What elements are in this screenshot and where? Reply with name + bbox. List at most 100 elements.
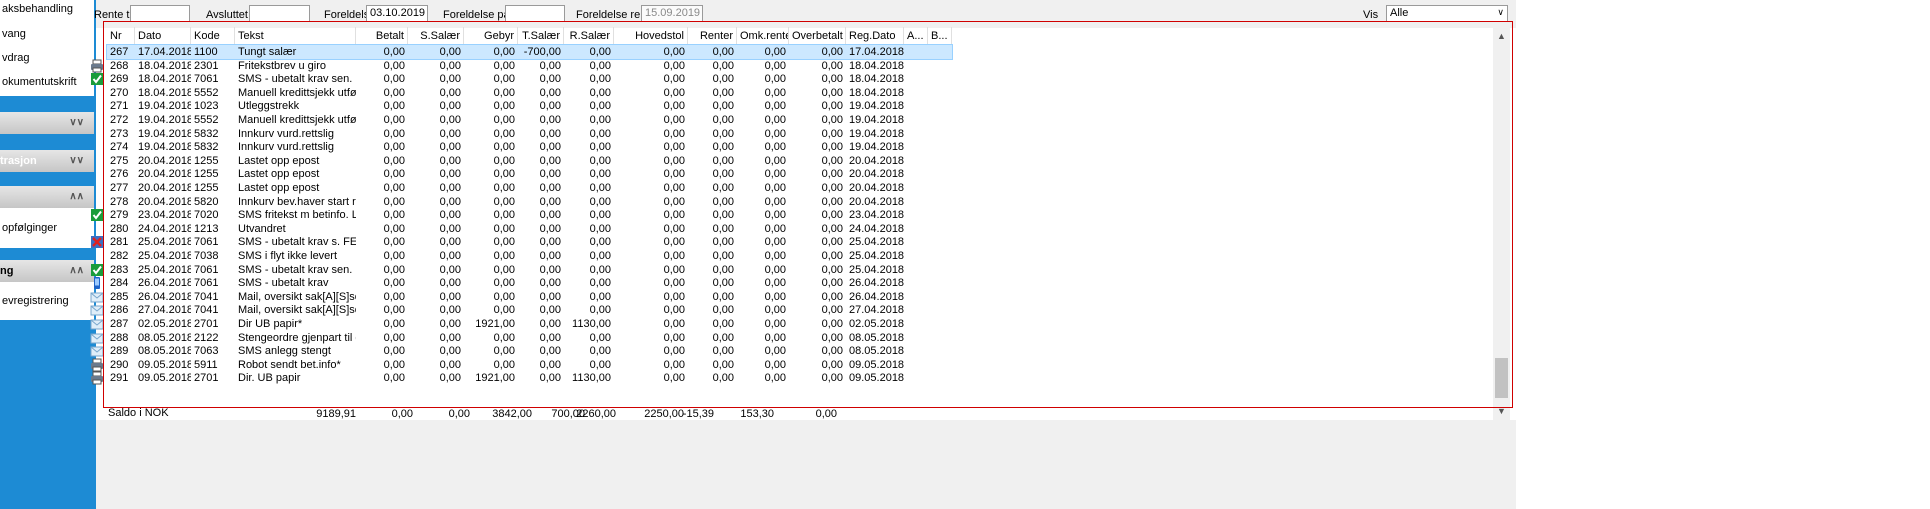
nav-item-dokumentutskrift[interactable]: okumentutskrift [0, 70, 94, 94]
scroll-thumb[interactable] [1495, 358, 1508, 398]
cell-overbetalt: 0,00 [821, 114, 843, 126]
table-row[interactable]: 284 26.04.2018 7061 SMS - ubetalt krav 0,00 0… [94, 276, 952, 290]
cell-betalt: 0,00 [383, 73, 405, 86]
column-header-t-salaer[interactable]: T.Salær [518, 27, 564, 45]
cell-rsalaer: 0,00 [589, 127, 611, 140]
table-row[interactable]: 273 19.04.2018 5832 Innkurv vurd.rettslig 0,… [107, 127, 952, 141]
scroll-down-icon[interactable]: ▼ [1493, 403, 1510, 420]
cell-kode: 1100 [194, 46, 218, 58]
chevron-down-icon[interactable]: ∨ [1497, 7, 1504, 18]
column-header-r-salaer[interactable]: R.Salær [564, 27, 614, 45]
cell-tekst: Lastet opp epost [238, 168, 320, 181]
cell-nr: 289 [110, 345, 129, 358]
table-row[interactable]: 269 18.04.2018 7061 SMS - ubetalt krav sen.… [91, 72, 952, 86]
table-row[interactable]: 274 19.04.2018 5832 Innkurv vurd.rettslig 0,… [107, 140, 952, 154]
nav-section-header-1[interactable]: ∨∨ [0, 112, 94, 134]
table-row[interactable]: 267 17.04.2018 1100 Tungt salær 0,00 0,00 0,00… [106, 44, 953, 60]
cell-tsalaer: 0,00 [539, 154, 561, 167]
nav-item-vang[interactable]: vang [0, 22, 94, 46]
table-row[interactable]: 280 24.04.2018 1213 Utvandret 0,00 0,00 0,00 0,… [107, 222, 952, 236]
cell-gebyr: 0,00 [493, 127, 515, 140]
cell-gebyr: 0,00 [493, 250, 515, 262]
column-header-tekst[interactable]: Tekst [235, 27, 356, 45]
foreldelse-pant-input[interactable] [505, 5, 565, 22]
column-header-hovedstol[interactable]: Hovedstol [614, 27, 688, 45]
cell-tekst: Utvandret [238, 222, 286, 235]
table-row[interactable]: 289 08.05.2018 7063 SMS anlegg stengt 0,00 0,… [90, 344, 952, 358]
cell-renter: 0,00 [712, 209, 734, 222]
cell-tekst: Mail, oversikt sak[A][S]sendt [238, 290, 356, 303]
column-header-b[interactable]: B... [928, 27, 952, 45]
cell-tsalaer: 0,00 [539, 345, 561, 358]
rente-til-input[interactable] [130, 5, 190, 22]
column-header-renter[interactable]: Renter [688, 27, 737, 45]
cell-betalt: 0,00 [383, 46, 405, 58]
cell-gebyr: 0,00 [493, 182, 515, 194]
table-row[interactable]: 272 19.04.2018 5552 Manuell kredittsjekk ut… [107, 113, 952, 127]
foreldelse-input[interactable]: 03.10.2019 [366, 5, 428, 22]
table-row[interactable]: 288 08.05.2018 2122 Stengeordre gjenpart ti… [90, 331, 952, 345]
avsluttet-input[interactable] [249, 5, 310, 22]
chevron-double-down-icon[interactable]: ∨∨ [69, 112, 84, 134]
chevron-double-up-icon[interactable]: ∧∧ [69, 260, 84, 282]
column-header-dato[interactable]: Dato [135, 27, 191, 45]
cell-rsalaer: 0,00 [589, 345, 611, 358]
column-header-omk-rente[interactable]: Omk.rente [737, 27, 789, 45]
cell-nr: 278 [110, 195, 129, 208]
table-row[interactable]: 281 25.04.2018 7061 SMS - ubetalt krav s. F… [91, 235, 952, 249]
table-row[interactable]: 276 20.04.2018 1255 Lastet opp epost 0,00 0,0… [107, 167, 952, 181]
cell-gebyr: 0,00 [493, 290, 515, 303]
cell-hovedstol: 0,00 [663, 86, 685, 99]
table-row[interactable]: 287 02.05.2018 2701 Dir UB papir* 0,00 0,00 19… [90, 317, 952, 331]
nav-section-header-2[interactable]: trasjon ∨∨ [0, 150, 94, 172]
cell-renter: 0,00 [712, 114, 734, 126]
cell-tsalaer: 0,00 [539, 222, 561, 235]
cell-tsalaer: 0,00 [539, 73, 561, 86]
table-row[interactable]: 277 20.04.2018 1255 Lastet opp epost 0,00 0,0… [107, 181, 952, 195]
column-header-reg-dato[interactable]: Reg.Dato [846, 27, 904, 45]
cell-ssalaer: 0,00 [439, 250, 461, 262]
cell-betalt: 0,00 [383, 209, 405, 222]
table-row[interactable]: 271 19.04.2018 1023 Utleggstrekk 0,00 0,00 0,0… [107, 99, 952, 113]
cell-tekst: Robot sendt bet.info* [238, 358, 341, 371]
cell-rsalaer: 0,00 [589, 114, 611, 126]
column-header-betalt[interactable]: Betalt [356, 27, 408, 45]
table-row[interactable]: 291 09.05.2018 2701 Dir. UB papir 0,00 0,00 19… [91, 371, 952, 385]
nav-item-oppfolginger[interactable]: opfølginger [0, 208, 94, 248]
cell-rsalaer: 0,00 [589, 209, 611, 222]
column-header-overbetalt[interactable]: Overbetalt [789, 27, 846, 45]
table-row[interactable]: 290 09.05.2018 5911 Robot sendt bet.info* 0,… [91, 358, 952, 372]
chevron-double-down-icon[interactable]: ∨∨ [69, 150, 84, 172]
cell-gebyr: 0,00 [493, 222, 515, 235]
cell-tsalaer: 0,00 [539, 195, 561, 208]
column-header-a[interactable]: A... [904, 27, 928, 45]
column-header-kode[interactable]: Kode [191, 27, 235, 45]
column-header-s-salaer[interactable]: S.Salær [408, 27, 464, 45]
column-header-nr[interactable]: Nr [107, 27, 135, 45]
cell-tekst: Innkurv vurd.rettslig [238, 141, 334, 154]
nav-item-hendelsesregistrering[interactable]: evregistrering [0, 282, 94, 320]
table-row[interactable]: 283 25.04.2018 7061 SMS - ubetalt krav sen.… [91, 263, 952, 277]
cell-tekst: SMS - ubetalt krav s. FEIL... [238, 236, 356, 249]
cell-betalt: 0,00 [383, 277, 405, 290]
chevron-double-up-icon[interactable]: ∧∧ [69, 186, 84, 208]
table-row[interactable]: 278 20.04.2018 5820 Innkurv bev.haver start… [107, 195, 952, 209]
table-row[interactable]: 286 27.04.2018 7041 Mail, oversikt sak[A][S… [90, 303, 952, 317]
vertical-scrollbar[interactable]: ▲ ▼ [1493, 28, 1510, 420]
nav-section-header-4[interactable]: ng ∧∧ [0, 260, 94, 282]
scroll-up-icon[interactable]: ▲ [1493, 28, 1510, 45]
nav-item-vdrag[interactable]: vdrag [0, 46, 94, 70]
cell-kode: 7061 [194, 263, 219, 276]
cell-betalt: 0,00 [383, 141, 405, 154]
table-row[interactable]: 270 18.04.2018 5552 Manuell kredittsjekk ut… [107, 86, 952, 100]
table-row[interactable]: 282 25.04.2018 7038 SMS i flyt ikke levert 0… [107, 249, 952, 263]
vis-select[interactable]: Alle ∨ [1386, 5, 1508, 22]
table-row[interactable]: 268 18.04.2018 2301 Fritekstbrev u giro 0,00… [91, 59, 952, 73]
nav-section-header-3[interactable]: ∧∧ [0, 186, 94, 208]
table-row[interactable]: 285 26.04.2018 7041 Mail, oversikt sak[A][S… [90, 290, 952, 304]
cell-rsalaer: 0,00 [589, 331, 611, 344]
table-row[interactable]: 275 20.04.2018 1255 Lastet opp epost 0,00 0,0… [107, 154, 952, 168]
nav-item-saksbehandling[interactable]: aksbehandling [0, 0, 94, 22]
column-header-gebyr[interactable]: Gebyr [464, 27, 518, 45]
table-row[interactable]: 279 23.04.2018 7020 SMS fritekst m betinfo.… [91, 208, 952, 222]
